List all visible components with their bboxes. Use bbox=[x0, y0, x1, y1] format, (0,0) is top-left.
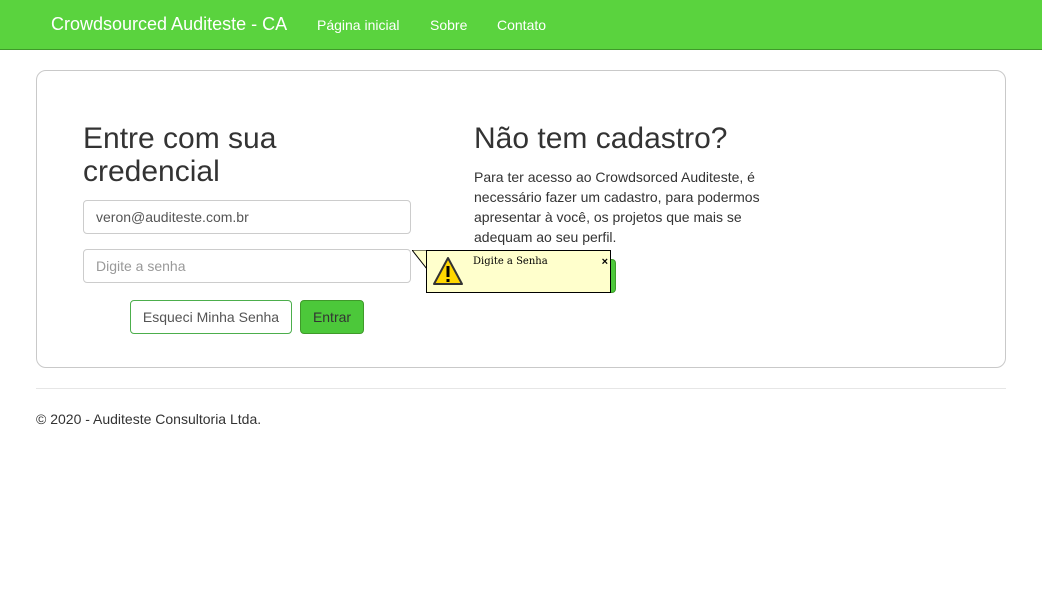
warning-icon bbox=[433, 257, 463, 285]
close-icon[interactable]: × bbox=[602, 256, 608, 268]
nav-link-home[interactable]: Página inicial bbox=[317, 17, 400, 33]
footer-text: © 2020 - Auditeste Consultoria Ltda. bbox=[36, 411, 262, 427]
signup-title: Não tem cadastro? bbox=[474, 122, 728, 155]
nav-link-about[interactable]: Sobre bbox=[430, 17, 467, 33]
login-title: Entre com sua credencial bbox=[83, 122, 277, 188]
tooltip-message: Digite a Senha bbox=[473, 256, 548, 267]
enter-button[interactable]: Entrar bbox=[300, 300, 364, 334]
email-field[interactable] bbox=[83, 200, 411, 234]
nav-link-contact[interactable]: Contato bbox=[497, 17, 546, 33]
navbar: Crowdsourced Auditeste - CA Página inici… bbox=[0, 0, 1042, 50]
divider bbox=[36, 388, 1006, 389]
validation-tooltip: Digite a Senha × bbox=[426, 250, 611, 293]
signup-text: Para ter acesso ao Crowdsorced Auditeste… bbox=[474, 169, 760, 245]
brand-link[interactable]: Crowdsourced Auditeste - CA bbox=[51, 14, 287, 35]
password-field[interactable] bbox=[83, 249, 411, 283]
forgot-password-button[interactable]: Esqueci Minha Senha bbox=[130, 300, 292, 334]
